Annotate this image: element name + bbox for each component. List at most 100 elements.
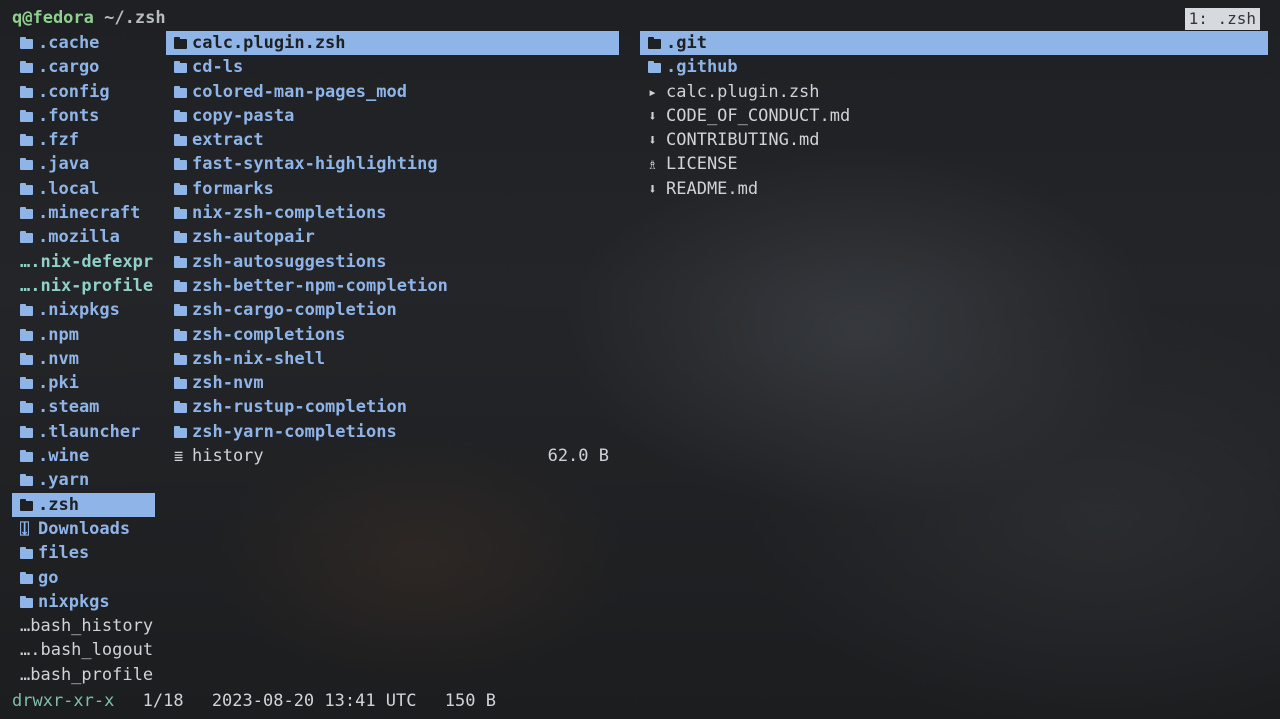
file-entry[interactable]: extract bbox=[166, 128, 619, 152]
folder-icon bbox=[20, 158, 33, 171]
file-name: .java bbox=[38, 154, 90, 175]
folder-icon bbox=[174, 328, 187, 341]
file-name: .npm bbox=[38, 324, 79, 345]
file-entry[interactable]: formarks bbox=[166, 177, 619, 201]
file-name: README.md bbox=[666, 178, 759, 199]
file-entry[interactable]: ….nix-defexpr bbox=[12, 250, 155, 274]
terminal-script-icon: ▸ bbox=[648, 82, 658, 101]
file-entry[interactable]: ….bash_logout bbox=[12, 638, 155, 662]
file-entry[interactable]: .pki bbox=[12, 371, 155, 395]
file-name: colored-man-pages_mod bbox=[192, 81, 407, 102]
folder-icon bbox=[174, 158, 187, 171]
file-name: ….nix-defexpr bbox=[20, 251, 154, 272]
text-file-icon: ≣ bbox=[174, 447, 184, 466]
folder-icon bbox=[20, 134, 33, 147]
file-entry[interactable]: .tlauncher bbox=[12, 420, 155, 444]
file-entry[interactable]: files bbox=[12, 541, 155, 565]
file-entry[interactable]: .mozilla bbox=[12, 225, 155, 249]
file-entry[interactable]: colored-man-pages_mod bbox=[166, 80, 619, 104]
file-entry[interactable]: .cache bbox=[12, 31, 155, 55]
file-name: .mozilla bbox=[38, 227, 120, 248]
file-entry[interactable]: .config bbox=[12, 80, 155, 104]
file-size: 62.0 B bbox=[547, 446, 609, 467]
file-entry[interactable]: ♗ LICENSE bbox=[640, 152, 1268, 176]
terminal-window: q@fedora ~/.zsh 1: .zsh .cache .cargo .con… bbox=[0, 0, 1280, 719]
file-name: .wine bbox=[38, 446, 90, 467]
file-entry[interactable]: ⬇ CODE_OF_CONDUCT.md bbox=[640, 104, 1268, 128]
file-entry[interactable]: …bash_history bbox=[12, 614, 155, 638]
folder-icon bbox=[20, 304, 33, 317]
file-name: .pki bbox=[38, 373, 79, 394]
file-name: .cache bbox=[38, 33, 100, 53]
file-name: calc.plugin.zsh bbox=[192, 33, 346, 53]
folder-icon bbox=[174, 207, 187, 220]
file-entry[interactable]: .zsh bbox=[12, 492, 155, 517]
folder-icon bbox=[20, 450, 33, 463]
file-name: zsh-completions bbox=[192, 324, 346, 345]
file-entry[interactable]: .fonts bbox=[12, 104, 155, 128]
file-entry[interactable]: .steam bbox=[12, 395, 155, 419]
file-entry[interactable]: zsh-autopair bbox=[166, 225, 619, 249]
file-name: Downloads bbox=[38, 518, 131, 539]
file-name: ….nix-profile bbox=[20, 275, 154, 296]
file-entry[interactable]: .yarn bbox=[12, 468, 155, 492]
file-entry[interactable]: .local bbox=[12, 177, 155, 201]
file-entry[interactable]: .wine bbox=[12, 444, 155, 468]
file-entry[interactable]: ▸ calc.plugin.zsh bbox=[640, 80, 1268, 104]
file-entry[interactable]: zsh-yarn-completions bbox=[166, 420, 619, 444]
file-entry[interactable]: zsh-better-npm-completion bbox=[166, 274, 619, 298]
modified-time: 2023-08-20 13:41 UTC bbox=[211, 691, 417, 711]
file-entry[interactable]: nix-zsh-completions bbox=[166, 201, 619, 225]
folder-icon bbox=[174, 425, 187, 438]
file-entry[interactable]: copy-pasta bbox=[166, 104, 619, 128]
file-entry[interactable]: …bash_profile bbox=[12, 663, 155, 687]
preview-column: .git .github ▸ calc.plugin.zsh ⬇ CODE_OF_COND… bbox=[640, 31, 1268, 201]
file-entry[interactable]: .fzf bbox=[12, 128, 155, 152]
file-entry[interactable]: ⬇ README.md bbox=[640, 177, 1268, 201]
title-bar: q@fedora ~/.zsh bbox=[12, 6, 166, 30]
position-counter: 1/18 bbox=[142, 691, 184, 711]
file-entry[interactable]: fast-syntax-highlighting bbox=[166, 152, 619, 176]
file-entry[interactable]: nixpkgs bbox=[12, 590, 155, 614]
file-entry[interactable]: zsh-nvm bbox=[166, 371, 619, 395]
file-entry[interactable]: ⬇ CONTRIBUTING.md bbox=[640, 128, 1268, 152]
file-name: nix-zsh-completions bbox=[192, 203, 387, 224]
git-folder-icon bbox=[648, 37, 661, 49]
file-entry[interactable]: cd-ls bbox=[166, 55, 619, 79]
file-entry[interactable]: go bbox=[12, 566, 155, 590]
file-entry[interactable]: .nixpkgs bbox=[12, 298, 155, 322]
current-directory-column: calc.plugin.zsh cd-ls colored-man-pages_mo… bbox=[166, 31, 619, 468]
file-name: .minecraft bbox=[38, 203, 141, 224]
folder-icon bbox=[174, 352, 187, 365]
folder-icon bbox=[648, 61, 661, 74]
file-entry[interactable]: zsh-autosuggestions bbox=[166, 250, 619, 274]
file-entry[interactable]: ⍗ Downloads bbox=[12, 517, 155, 541]
file-entry[interactable]: .npm bbox=[12, 323, 155, 347]
file-entry[interactable]: calc.plugin.zsh bbox=[166, 31, 619, 56]
file-name: zsh-autopair bbox=[192, 227, 315, 248]
file-name: zsh-better-npm-completion bbox=[192, 275, 448, 296]
file-entry[interactable]: zsh-nix-shell bbox=[166, 347, 619, 371]
file-entry[interactable]: ….nix-profile bbox=[12, 274, 155, 298]
file-name: .github bbox=[666, 57, 738, 78]
file-entry[interactable]: .minecraft bbox=[12, 201, 155, 225]
file-entry[interactable]: zsh-rustup-completion bbox=[166, 395, 619, 419]
tab-indicator[interactable]: 1: .zsh bbox=[1184, 8, 1260, 30]
file-entry[interactable]: .cargo bbox=[12, 55, 155, 79]
file-entry[interactable]: zsh-cargo-completion bbox=[166, 298, 619, 322]
file-entry[interactable]: ≣ history 62.0 B bbox=[166, 444, 619, 468]
file-name: .fonts bbox=[38, 105, 100, 126]
download-arrow-icon: ⬇ bbox=[648, 179, 658, 198]
file-entry[interactable]: .github bbox=[640, 55, 1268, 79]
folder-icon bbox=[20, 328, 33, 341]
folder-icon bbox=[20, 401, 33, 414]
file-entry[interactable]: zsh-completions bbox=[166, 323, 619, 347]
file-entry[interactable]: .java bbox=[12, 152, 155, 176]
file-entry[interactable]: .nvm bbox=[12, 347, 155, 371]
folder-icon bbox=[20, 37, 33, 49]
folder-icon bbox=[20, 547, 33, 560]
folder-icon bbox=[20, 207, 33, 220]
file-name: zsh-autosuggestions bbox=[192, 251, 387, 272]
folder-icon bbox=[20, 377, 33, 390]
file-entry[interactable]: .git bbox=[640, 31, 1268, 56]
